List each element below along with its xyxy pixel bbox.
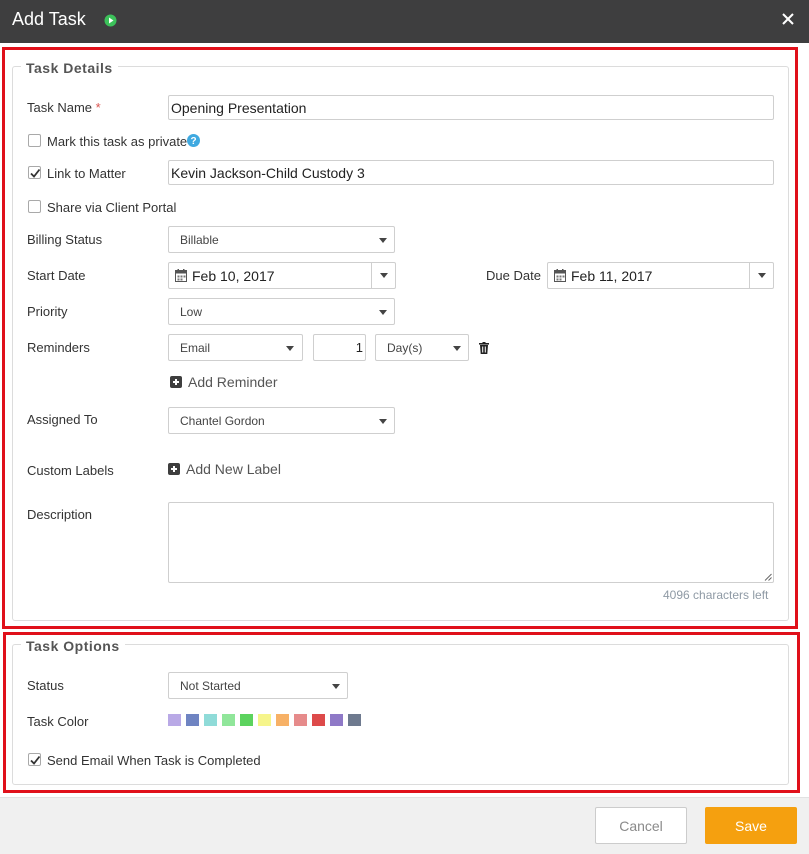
- reminder-method-select[interactable]: Email: [168, 334, 303, 361]
- billing-status-select[interactable]: Billable: [168, 226, 395, 253]
- start-date-dropdown-button[interactable]: [372, 263, 396, 288]
- task-color-label: Task Color: [27, 714, 89, 729]
- task-details-legend: Task Details: [21, 60, 118, 76]
- due-date-picker[interactable]: Feb 11, 2017: [547, 262, 774, 289]
- task-name-label-text: Task Name: [27, 100, 93, 115]
- dialog-title: Add Task: [12, 9, 86, 29]
- chevron-down-icon: [286, 346, 294, 351]
- chevron-down-icon: [379, 419, 387, 424]
- dialog-header: Add Task: [0, 0, 809, 43]
- task-options-legend: Task Options: [21, 638, 125, 654]
- status-label: Status: [27, 678, 64, 693]
- chevron-down-icon: [379, 238, 387, 243]
- client-portal-checkbox[interactable]: [28, 200, 41, 213]
- assigned-to-select[interactable]: Chantel Gordon: [168, 407, 395, 434]
- plus-icon: [170, 376, 182, 388]
- priority-select[interactable]: Low: [168, 298, 395, 325]
- chevron-down-icon: [453, 346, 461, 351]
- reminders-label: Reminders: [27, 340, 90, 355]
- checkmark-icon: [30, 755, 41, 765]
- color-swatch[interactable]: [312, 714, 325, 726]
- reminder-method-value: Email: [180, 341, 211, 355]
- private-checkbox[interactable]: [28, 134, 41, 147]
- chevron-down-icon: [379, 310, 387, 315]
- reminder-amount-input[interactable]: [313, 334, 366, 361]
- billing-status-label: Billing Status: [27, 232, 103, 247]
- color-swatch[interactable]: [204, 714, 217, 726]
- due-date-label: Due Date: [486, 268, 541, 283]
- task-name-input[interactable]: [168, 95, 774, 120]
- assigned-to-value: Chantel Gordon: [180, 414, 265, 428]
- chevron-down-icon: [758, 273, 766, 278]
- due-date-value: Feb 11, 2017: [571, 268, 653, 284]
- help-icon[interactable]: ?: [187, 134, 200, 147]
- resize-icon[interactable]: [764, 573, 772, 581]
- svg-text:?: ?: [190, 136, 196, 147]
- client-portal-label: Share via Client Portal: [47, 200, 177, 215]
- add-new-label-text: Add New Label: [186, 461, 281, 477]
- characters-left-counter: 4096 characters left: [663, 588, 769, 602]
- play-icon: [104, 14, 117, 27]
- send-email-label: Send Email When Task is Completed: [47, 753, 261, 768]
- trash-icon[interactable]: [479, 342, 489, 354]
- chevron-down-icon: [332, 684, 340, 689]
- color-swatch[interactable]: [186, 714, 199, 726]
- matter-input[interactable]: [168, 160, 774, 185]
- color-swatch[interactable]: [258, 714, 271, 726]
- save-button[interactable]: Save: [705, 807, 797, 844]
- link-to-matter-checkbox[interactable]: [28, 166, 41, 179]
- priority-label: Priority: [27, 304, 68, 319]
- color-swatch[interactable]: [240, 714, 253, 726]
- assigned-to-label: Assigned To: [27, 412, 98, 427]
- start-date-label: Start Date: [27, 268, 86, 283]
- color-swatch[interactable]: [330, 714, 343, 726]
- add-reminder-label: Add Reminder: [188, 374, 278, 390]
- required-mark: *: [95, 100, 101, 115]
- description-label: Description: [27, 507, 93, 522]
- send-email-checkbox[interactable]: [28, 753, 41, 766]
- start-date-value: Feb 10, 2017: [192, 268, 275, 284]
- link-to-matter-label: Link to Matter: [47, 166, 126, 181]
- close-icon[interactable]: [781, 12, 795, 26]
- color-swatch[interactable]: [168, 714, 181, 726]
- color-swatch[interactable]: [348, 714, 361, 726]
- start-date-picker[interactable]: Feb 10, 2017: [168, 262, 396, 289]
- task-name-label: Task Name *: [27, 100, 101, 115]
- cancel-button[interactable]: Cancel: [595, 807, 687, 844]
- task-color-swatches: [168, 714, 361, 726]
- status-value: Not Started: [180, 679, 241, 693]
- calendar-icon: [175, 269, 187, 282]
- reminder-unit-value: Day(s): [387, 341, 423, 355]
- dialog-footer: Cancel Save: [0, 797, 809, 854]
- priority-value: Low: [180, 305, 203, 319]
- description-textarea[interactable]: [168, 502, 774, 583]
- private-label: Mark this task as private: [47, 134, 188, 149]
- reminder-unit-select[interactable]: Day(s): [375, 334, 469, 361]
- custom-labels-label: Custom Labels: [27, 463, 114, 478]
- calendar-icon: [554, 269, 566, 282]
- due-date-dropdown-button[interactable]: [750, 263, 774, 288]
- status-select[interactable]: Not Started: [168, 672, 348, 699]
- billing-status-value: Billable: [180, 233, 219, 247]
- add-reminder-link[interactable]: Add Reminder: [170, 374, 278, 390]
- color-swatch[interactable]: [276, 714, 289, 726]
- checkmark-icon: [30, 168, 41, 178]
- add-new-label-link[interactable]: Add New Label: [168, 461, 281, 477]
- plus-icon: [168, 463, 180, 475]
- color-swatch[interactable]: [294, 714, 307, 726]
- color-swatch[interactable]: [222, 714, 235, 726]
- chevron-down-icon: [380, 273, 388, 278]
